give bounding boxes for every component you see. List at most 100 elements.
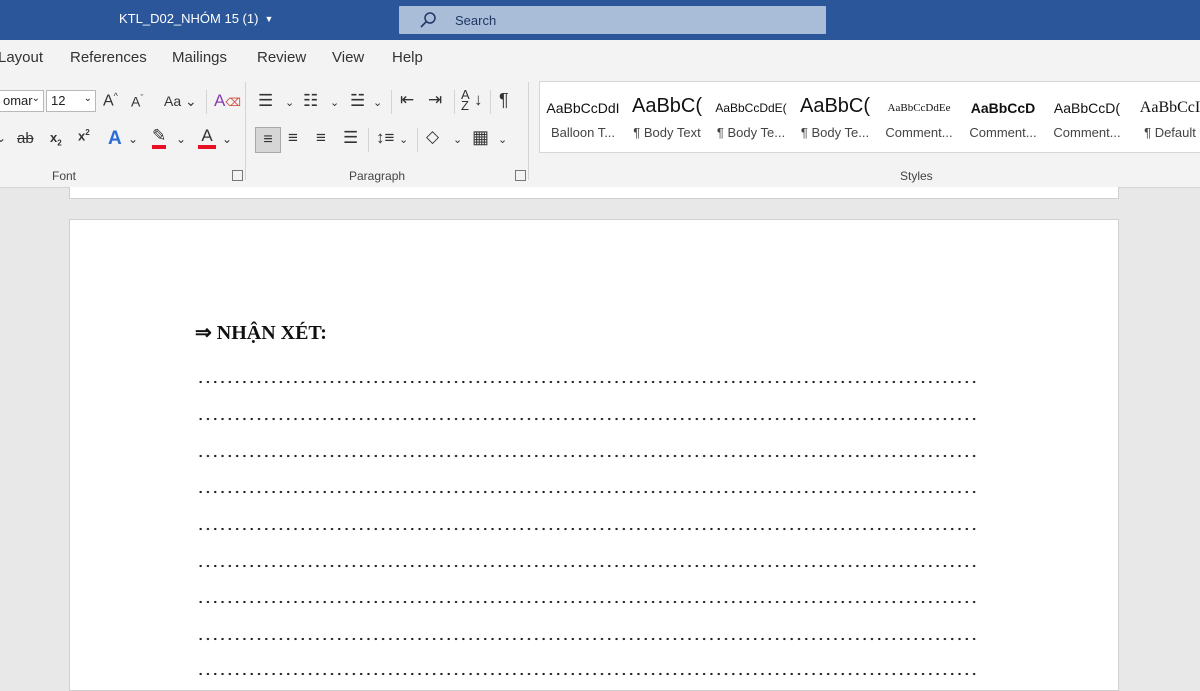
chevron-down-icon[interactable]: ⌄ [0,131,6,145]
search-placeholder: Search [455,13,497,28]
document-page[interactable]: ⇒ NHẬN XÉT: [69,219,1119,691]
right-arrow-icon: ⇒ [195,322,212,344]
previous-page-bottom [69,187,1119,199]
style-preview: AaBbCcDdEe [887,102,951,114]
style-preview: AaBbCcDdE( [715,101,787,115]
superscript-icon[interactable]: x2 [78,128,90,143]
chevron-down-icon[interactable]: ⌄ [285,96,294,109]
chevron-down-icon[interactable]: ⌄ [32,93,40,104]
style-comment[interactable]: AaBbCcDdEe Comment... [878,82,960,152]
tab-help[interactable]: Help [392,49,423,66]
borders-icon[interactable]: ▦ [472,127,489,148]
dotted-line [197,672,978,676]
align-left-icon[interactable]: ≡ [255,127,281,153]
increase-indent-icon[interactable]: ⇥ [428,90,442,110]
dotted-line [197,454,978,458]
style-preview: AaBbCcDdI [546,100,620,116]
chevron-down-icon[interactable]: ⌄ [128,132,138,146]
style-name: Comment... [1053,125,1121,140]
change-case-button[interactable]: Aa ⌄ [164,93,197,110]
search-icon [420,12,436,28]
tab-view[interactable]: View [332,49,364,66]
align-center-icon[interactable]: ≡ [288,128,298,148]
divider [490,90,491,114]
document-title[interactable]: KTL_D02_NHÓM 15 (1) ▼ [119,11,273,26]
style-body-text[interactable]: AaBbC( ¶ Body Text [626,82,708,152]
style-default[interactable]: AaBbCcI ¶ Default [1130,82,1200,152]
font-dialog-launcher-icon[interactable] [232,170,243,181]
bullets-icon[interactable]: ☰ [258,91,273,111]
align-right-icon[interactable]: ≡ [316,128,326,148]
paragraph-dialog-launcher-icon[interactable] [515,170,526,181]
grow-font-icon[interactable]: A^ [103,91,118,110]
decrease-indent-icon[interactable]: ⇤ [400,90,414,110]
chevron-down-icon[interactable]: ⌄ [330,96,339,109]
style-comment-2[interactable]: AaBbCcD Comment... [962,82,1044,152]
tab-references[interactable]: References [70,49,147,66]
clear-formatting-icon[interactable]: A⌫ [214,91,241,111]
section-heading: ⇒ NHẬN XÉT: [195,320,327,345]
font-size-combo[interactable]: 12 ⌄ [46,90,96,112]
numbering-icon[interactable]: ☷ [303,91,318,111]
styles-gallery: AaBbCcDdI Balloon T... AaBbC( ¶ Body Tex… [539,81,1200,153]
line-spacing-icon[interactable]: ↕≡ [376,128,394,148]
change-case-label: Aa [164,93,182,109]
divider [245,82,246,180]
heading-text: NHẬN XÉT: [216,322,327,344]
chevron-down-icon[interactable]: ⌄ [498,133,507,146]
ribbon: omar ⌄ 12 ⌄ A^ Aˇ Aa ⌄ A⌫ ⌄ ab x2 x2 A ⌄… [0,76,1200,188]
font-name-combo[interactable]: omar ⌄ [0,90,44,112]
title-bar: KTL_D02_NHÓM 15 (1) ▼ Search [0,0,1200,40]
chevron-down-icon[interactable]: ⌄ [399,133,408,146]
highlight-color-icon[interactable]: ✎ [152,127,167,149]
style-balloon-text[interactable]: AaBbCcDdI Balloon T... [542,82,624,152]
divider [206,90,207,114]
style-name: Balloon T... [550,125,616,140]
chevron-down-icon[interactable]: ⌄ [453,133,462,146]
subscript-icon[interactable]: x2 [50,130,62,148]
divider [454,90,455,114]
style-name: ¶ Body Te... [800,125,870,140]
dotted-line [197,637,978,641]
show-formatting-marks-icon[interactable]: ¶ [499,90,509,111]
text-effects-icon[interactable]: A [108,128,122,150]
style-preview: AaBbC( [631,95,703,117]
font-color-icon[interactable]: A [198,127,216,149]
search-box[interactable]: Search [399,6,826,34]
dotted-line [197,527,978,531]
dotted-line [197,417,978,421]
ribbon-tabs: Layout References Mailings Review View H… [0,40,1200,76]
sort-arrow-icon: ↓ [474,90,483,109]
chevron-down-icon[interactable]: ⌄ [373,96,382,109]
divider [528,82,529,180]
style-preview: AaBbCcD( [1053,100,1121,116]
tab-layout[interactable]: Layout [0,49,43,66]
style-body-text-3[interactable]: AaBbC( ¶ Body Te... [794,82,876,152]
divider [368,128,369,152]
strikethrough-icon[interactable]: ab [17,130,34,147]
justify-icon[interactable]: ☰ [343,128,358,148]
chevron-down-icon[interactable]: ⌄ [84,93,92,104]
tab-mailings[interactable]: Mailings [172,49,227,66]
font-size-value: 12 [51,93,66,108]
dotted-line [197,380,978,384]
shading-icon[interactable]: ◇ [426,127,439,147]
multilevel-list-icon[interactable]: ☱ [350,91,365,111]
dotted-line [197,600,978,604]
document-title-text: KTL_D02_NHÓM 15 (1) [119,11,259,26]
sort-icon[interactable]: AZ [461,88,470,112]
chevron-down-icon[interactable]: ⌄ [222,132,232,146]
font-group-label: Font [52,169,77,183]
style-name: ¶ Body Text [633,125,701,140]
chevron-down-icon[interactable]: ⌄ [176,132,186,146]
paragraph-group-label: Paragraph [349,169,406,183]
style-body-text-2[interactable]: AaBbCcDdE( ¶ Body Te... [710,82,792,152]
dotted-line [197,564,978,568]
chevron-down-icon[interactable]: ▼ [264,14,273,24]
style-name: Comment... [969,125,1037,140]
divider [391,90,392,114]
tab-review[interactable]: Review [257,49,306,66]
style-name: ¶ Default [1144,125,1196,140]
style-comment-3[interactable]: AaBbCcD( Comment... [1046,82,1128,152]
shrink-font-icon[interactable]: Aˇ [131,93,143,110]
